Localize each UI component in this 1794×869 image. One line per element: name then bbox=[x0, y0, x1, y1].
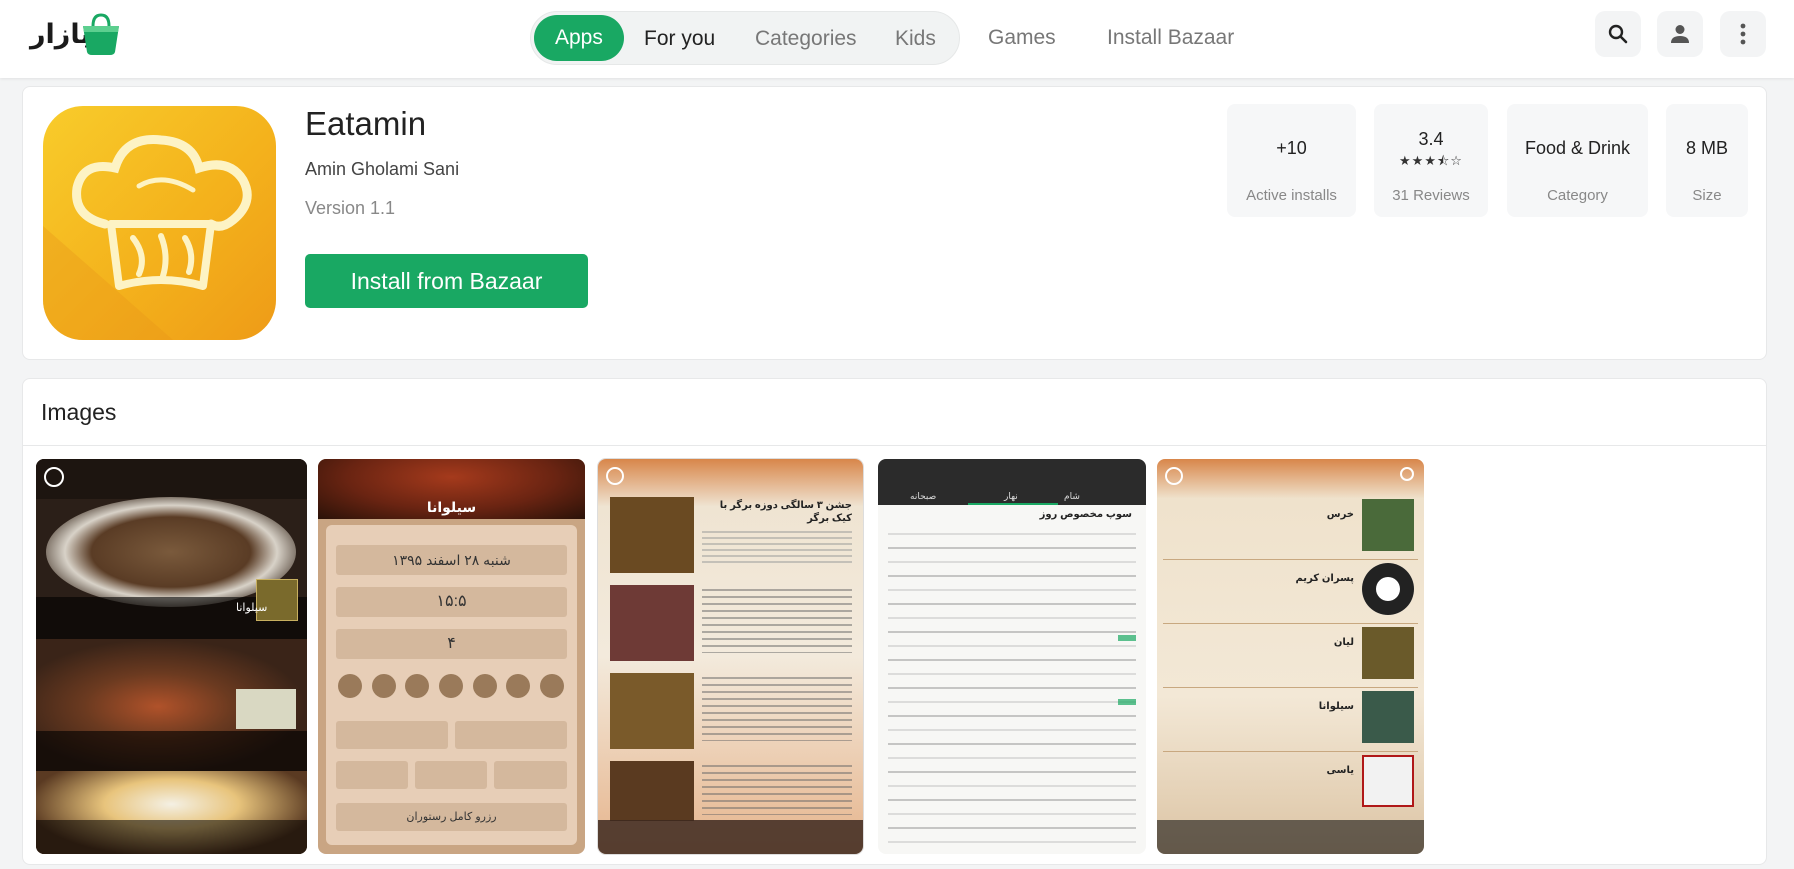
app-title: Eatamin bbox=[305, 105, 427, 142]
shot4-tab-2: نهار bbox=[1004, 491, 1018, 501]
screenshot-3[interactable]: جشن ۳ سالگی دوزه برگر با کیک برگر bbox=[598, 459, 863, 854]
rating-value: 3.4 bbox=[1418, 129, 1444, 149]
nav-install-bazaar[interactable]: Install Bazaar bbox=[1107, 11, 1234, 65]
size-label: Size bbox=[1692, 187, 1722, 204]
images-title: Images bbox=[41, 399, 117, 425]
shot4-heading: سوپ مخصوص روز bbox=[1039, 509, 1132, 520]
shot5-item-4: سیلوانا bbox=[1318, 701, 1354, 712]
shot4-tab-1: شام bbox=[1064, 491, 1080, 501]
rating-stars: ★★★⯪☆ bbox=[1399, 153, 1463, 168]
category-label: Category bbox=[1547, 187, 1608, 204]
screenshot-2[interactable]: سیلوانا شنبه ۲۸ اسفند ۱۳۹۵ ۱۵:۵ ۴ رزرو ک… bbox=[318, 459, 585, 854]
install-button[interactable]: Install from Bazaar bbox=[305, 254, 588, 308]
screenshot-1[interactable]: سیلوانا bbox=[36, 459, 307, 854]
shot2-reserve: رزرو کامل رستوران bbox=[336, 803, 567, 831]
shot5-item-1: خرس bbox=[1326, 509, 1354, 520]
more-vert-icon bbox=[1740, 23, 1746, 45]
user-icon bbox=[1671, 25, 1689, 43]
stat-size: 8 MB Size bbox=[1666, 104, 1748, 217]
search-button[interactable] bbox=[1595, 11, 1641, 57]
stat-installs: +10 Active installs bbox=[1227, 104, 1356, 217]
account-button[interactable] bbox=[1657, 11, 1703, 57]
shot5-item-5: یاسی bbox=[1326, 765, 1354, 776]
shot2-title: سیلوانا bbox=[426, 499, 477, 515]
nav-categories[interactable]: Categories bbox=[755, 12, 857, 66]
shot2-date: شنبه ۲۸ اسفند ۱۳۹۵ bbox=[336, 545, 567, 575]
nav-apps[interactable]: Apps bbox=[534, 15, 624, 61]
more-button[interactable] bbox=[1720, 11, 1766, 57]
app-developer[interactable]: Amin Gholami Sani bbox=[305, 159, 459, 180]
reviews-label: 31 Reviews bbox=[1392, 187, 1470, 204]
app-icon bbox=[43, 106, 276, 340]
shot3-nav-bar bbox=[598, 820, 863, 854]
shot5-item-2: پسران کریم bbox=[1295, 573, 1354, 584]
nav-kids[interactable]: Kids bbox=[895, 12, 936, 66]
shot3-headline: جشن ۳ سالگی دوزه برگر با کیک برگر bbox=[719, 500, 852, 524]
shot2-count: ۴ bbox=[336, 629, 567, 659]
screenshot-4[interactable]: شام نهار صبحانه سوپ مخصوص روز bbox=[878, 459, 1146, 854]
nav-for-you[interactable]: For you bbox=[644, 12, 715, 66]
shot1-nav-bar bbox=[36, 820, 307, 854]
category-value: Food & Drink bbox=[1524, 138, 1631, 158]
shot5-nav-bar bbox=[1157, 820, 1424, 854]
images-section: Images سیلوانا سیلوانا شنبه ۲۸ اسفند ۱۳۹… bbox=[22, 378, 1767, 865]
search-icon bbox=[1608, 24, 1628, 44]
shot4-tab-3: صبحانه bbox=[910, 491, 937, 501]
main-nav: Apps For you Categories Kids bbox=[530, 11, 960, 65]
shot1-label-1: سیلوانا bbox=[236, 602, 268, 614]
shot2-time: ۱۵:۵ bbox=[336, 587, 567, 617]
stat-rating[interactable]: 3.4 ★★★⯪☆ 31 Reviews bbox=[1374, 104, 1488, 217]
stat-category[interactable]: Food & Drink Category bbox=[1507, 104, 1648, 217]
app-version: Version 1.1 bbox=[305, 198, 396, 218]
size-value: 8 MB bbox=[1685, 138, 1728, 158]
divider bbox=[23, 445, 1766, 446]
nav-games[interactable]: Games bbox=[988, 11, 1056, 65]
installs-label: Active installs bbox=[1246, 187, 1337, 204]
shot5-item-3: لیان bbox=[1333, 637, 1354, 648]
installs-value: +10 bbox=[1276, 138, 1307, 158]
chef-hat-icon bbox=[43, 135, 252, 340]
app-info-card: Eatamin Amin Gholami Sani Version 1.1 In… bbox=[22, 86, 1767, 360]
screenshot-5[interactable]: خرس پسران کریم لیان سیلوانا یاسی bbox=[1157, 459, 1424, 854]
shopping-bag-icon bbox=[83, 13, 119, 55]
top-header: بازار Apps For you Categories Kids Games… bbox=[0, 0, 1794, 78]
bazaar-logo[interactable]: بازار bbox=[30, 12, 122, 56]
